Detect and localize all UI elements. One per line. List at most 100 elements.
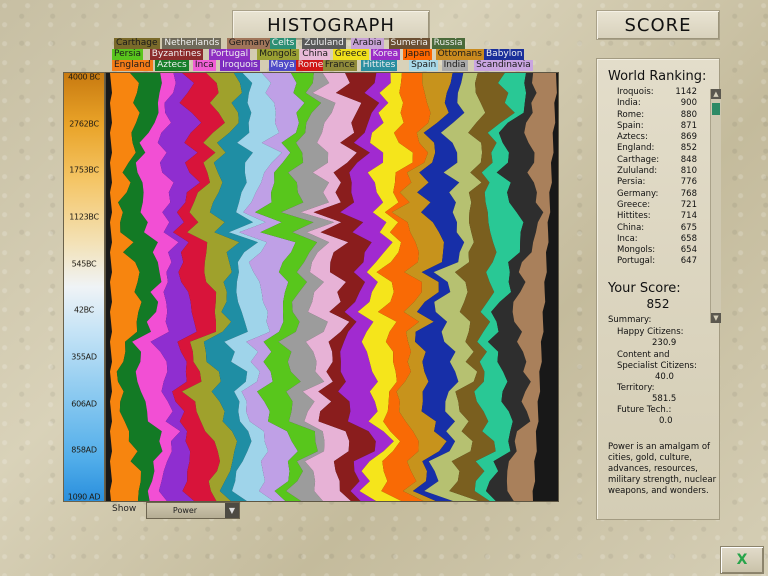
chevron-down-icon[interactable]: ▼ [225, 503, 239, 518]
legend-tag: Ottomans [435, 49, 484, 60]
ranking-row: Spain: 871 [617, 121, 705, 132]
ranking-civ-score: 871 [680, 120, 697, 131]
ranking-civ-score: 658 [680, 233, 697, 244]
ranking-civ-score: 848 [680, 154, 697, 165]
legend-tag: France [322, 60, 357, 71]
content-value: 40.0 [655, 372, 674, 382]
world-ranking-title: World Ranking: [608, 69, 707, 84]
ranking-row: Hittites: 714 [617, 211, 705, 222]
legend-tag: Hittites [360, 60, 398, 71]
year-label: 4000 BC [68, 72, 100, 82]
histograph-chart [105, 72, 559, 502]
score-panel: World Ranking: Iroquois: 1142 India: 900 Rom… [596, 58, 721, 520]
year-label: 606AD [71, 399, 97, 409]
happy-citizens-value: 230.9 [652, 338, 677, 348]
legend-tag: Korea [370, 49, 401, 60]
ranking-civ-score: 654 [680, 245, 697, 256]
legend-tag: Germany [226, 38, 273, 49]
legend-tag: Celts [269, 38, 297, 49]
ranking-civ-score: 810 [680, 166, 697, 177]
ranking-row: Rome: 880 [617, 110, 705, 121]
ranking-civ-name: England: [617, 143, 655, 154]
content-label-1: Content and [617, 350, 670, 360]
territory-value: 581.5 [652, 394, 677, 404]
territory-label: Territory: [617, 383, 655, 393]
legend-tag: Russia [431, 38, 465, 49]
score-title: SCORE [596, 10, 720, 40]
legend-tag: Netherlands [162, 38, 222, 49]
scroll-up-icon[interactable]: ▲ [711, 89, 721, 99]
ranking-civ-name: Iroquois: [617, 87, 654, 97]
legend-tag: Zululand [302, 38, 346, 49]
year-label: 1123BC [69, 212, 99, 222]
year-label: 355AD [71, 352, 97, 362]
happy-citizens-label: Happy Citizens: [617, 327, 684, 337]
ranking-row: Mongols: 654 [617, 245, 705, 256]
ranking-civ-name: Zululand: [617, 166, 658, 177]
ranking-civ-name: Carthage: [617, 154, 660, 165]
close-icon: X [736, 552, 748, 568]
histograph-title: HISTOGRAPH [232, 10, 430, 40]
ranking-civ-score: 1142 [675, 87, 697, 97]
ranking-row: Greece: 721 [617, 200, 705, 211]
world-ranking-list: Iroquois: 1142 India: 900 Rome: 880 Spain: 871 A… [617, 87, 705, 268]
ranking-row: Persia: 776 [617, 177, 705, 188]
scroll-thumb[interactable] [712, 103, 720, 115]
ranking-civ-score: 647 [680, 256, 697, 267]
legend-tag: Mongols [257, 49, 299, 60]
year-label: 1090 AD [67, 492, 101, 502]
legend-tag: Iroquois [220, 60, 260, 71]
ranking-row: Portugal: 647 [617, 256, 705, 267]
legend-tag: Byzantines [149, 49, 204, 60]
civilization-legend: Carthage Netherlands Germany Celts Zululand A… [111, 38, 559, 72]
ranking-civ-name: Inca: [617, 233, 638, 244]
your-score-value: 852 [646, 297, 670, 311]
ranking-civ-name: Spain: [617, 120, 644, 131]
ranking-civ-name: Portugal: [617, 256, 656, 267]
ranking-civ-score: 880 [680, 109, 697, 120]
legend-tag: Greece [332, 49, 369, 60]
ranking-row: Carthage: 848 [617, 155, 705, 166]
ranking-civ-name: Hittites: [617, 211, 651, 222]
ranking-civ-score: 900 [680, 98, 697, 109]
show-dropdown-value: Power [172, 506, 198, 515]
legend-tag: Persia [112, 49, 144, 60]
year-label: 42BC [74, 305, 94, 315]
ranking-civ-score: 768 [680, 188, 697, 199]
ranking-civ-name: Greece: [617, 199, 651, 210]
ranking-civ-name: Germany: [617, 188, 659, 199]
power-description: Power is an amalgam of cities, gold, cul… [608, 442, 717, 496]
year-label: 858AD [71, 445, 97, 455]
legend-tag: England [112, 60, 153, 71]
legend-tag: Sumeria [388, 38, 430, 49]
ranking-row: Inca: 658 [617, 234, 705, 245]
legend-tag: India [441, 60, 468, 71]
ranking-civ-score: 721 [680, 199, 697, 210]
ranking-row: Germany: 768 [617, 189, 705, 200]
scroll-down-icon[interactable]: ▼ [711, 313, 721, 323]
legend-tag: Japan [403, 49, 433, 60]
close-button[interactable]: X [720, 546, 764, 574]
year-label: 2762BC [69, 119, 99, 129]
legend-tag: Carthage [114, 38, 160, 49]
legend-tag: Spain [409, 60, 439, 71]
future-tech-value: 0.0 [659, 416, 673, 426]
ranking-civ-score: 776 [680, 177, 697, 188]
ranking-row: Iroquois: 1142 [617, 87, 705, 98]
legend-tag: Inca [192, 60, 216, 71]
summary-label: Summary: [608, 315, 652, 325]
ranking-scrollbar[interactable]: ▲ ▼ [710, 89, 721, 323]
year-label: 1753BC [69, 165, 99, 175]
legend-tag: Scandinavia [474, 60, 533, 71]
year-label: 545BC [71, 259, 97, 269]
legend-tag: Arabia [350, 38, 384, 49]
ranking-civ-score: 675 [680, 222, 697, 233]
ranking-row: Aztecs: 869 [617, 132, 705, 143]
your-score-title: Your Score: [608, 281, 681, 296]
legend-tag: Aztecs [155, 60, 189, 71]
ranking-civ-name: Aztecs: [617, 132, 648, 143]
ranking-civ-name: Rome: [617, 109, 645, 120]
legend-tag: Babylon [484, 49, 525, 60]
show-label: Show [112, 504, 137, 514]
show-dropdown[interactable]: Power ▼ [146, 502, 240, 519]
